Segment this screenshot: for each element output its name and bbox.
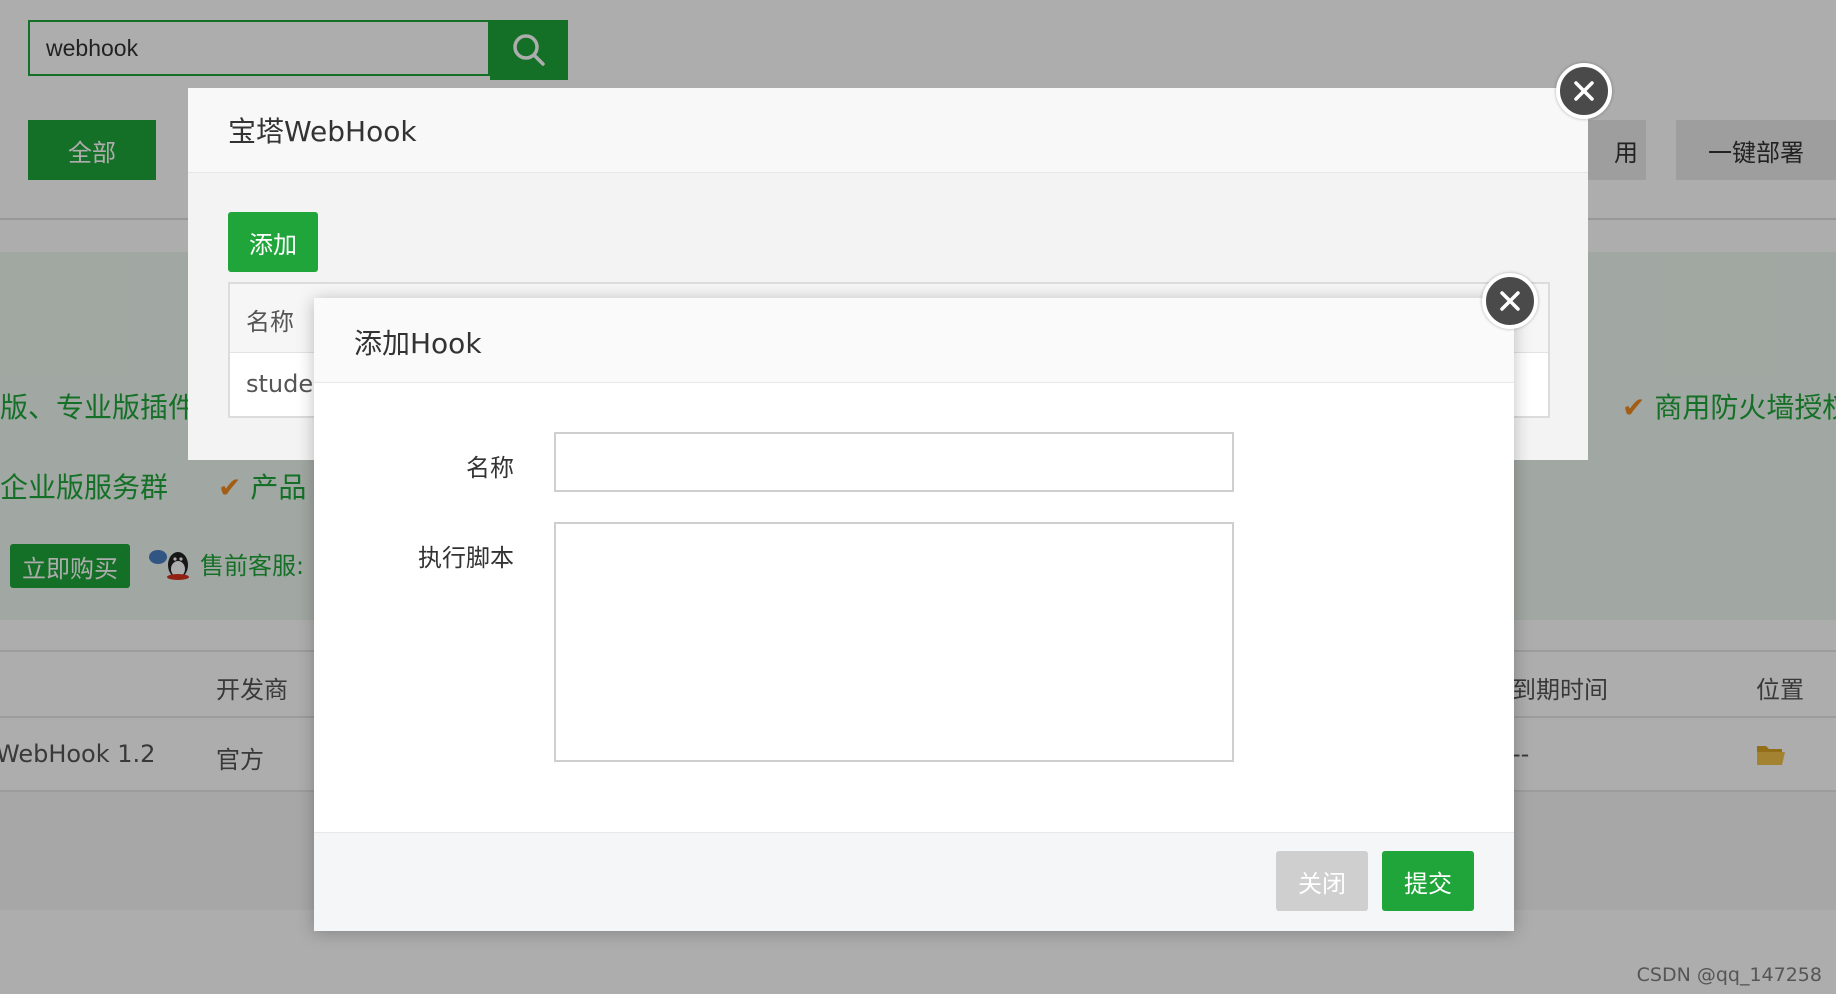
name-field[interactable] — [554, 432, 1234, 492]
hook-table-header-name: 名称 — [246, 308, 294, 336]
script-textarea[interactable] — [554, 522, 1234, 762]
webhook-dialog-close-button[interactable] — [1556, 63, 1612, 119]
add-hook-dialog-title: 添加Hook — [354, 327, 482, 360]
add-hook-dialog: 添加Hook 名称 执行脚本 关闭 提交 — [314, 298, 1514, 931]
name-label: 名称 — [466, 454, 514, 482]
close-button[interactable]: 关闭 — [1276, 851, 1368, 911]
close-icon — [1574, 81, 1594, 101]
add-hook-dialog-footer: 关闭 提交 — [314, 832, 1514, 931]
add-hook-dialog-header: 添加Hook — [314, 298, 1514, 383]
hook-row-name: studer — [246, 370, 323, 398]
add-hook-button[interactable]: 添加 — [228, 212, 318, 272]
webhook-dialog-title: 宝塔WebHook — [228, 115, 417, 148]
close-icon — [1500, 291, 1520, 311]
add-hook-dialog-close-button[interactable] — [1482, 273, 1538, 329]
watermark: CSDN @qq_147258 — [1636, 964, 1822, 986]
webhook-dialog-header: 宝塔WebHook — [188, 88, 1588, 173]
submit-button[interactable]: 提交 — [1382, 851, 1474, 911]
script-label: 执行脚本 — [418, 544, 514, 572]
